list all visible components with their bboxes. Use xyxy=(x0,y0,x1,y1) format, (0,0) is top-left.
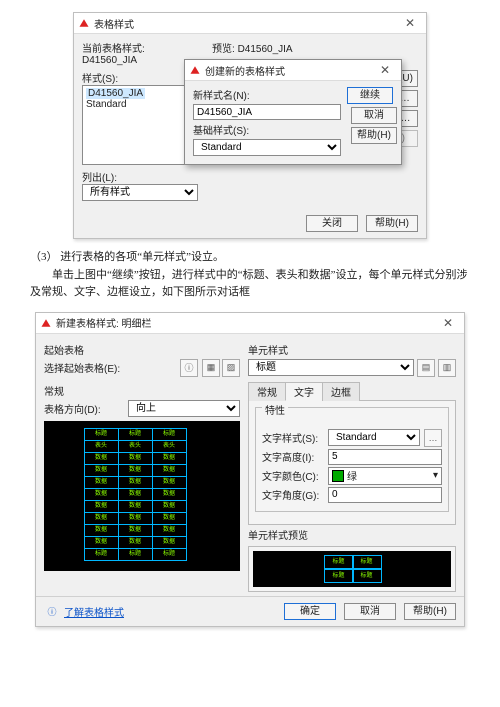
cell: 标题 xyxy=(84,548,119,561)
app-icon xyxy=(40,317,52,329)
unit-preview-label: 单元样式预览 xyxy=(248,527,456,542)
cell: 标题 xyxy=(118,548,153,561)
text-style-more-icon[interactable]: … xyxy=(424,429,442,447)
start-table-preview: 标题标题标题表头表头表头数据数据数据数据数据数据数据数据数据数据数据数据数据数据… xyxy=(44,421,240,571)
new-table-style-dialog: 创建新的表格样式 ✕ 新样式名(N): 基础样式(S): Standard 继续… xyxy=(184,59,402,165)
unit-tabs: 常规 文字 边框 xyxy=(248,381,456,401)
list-filter-select[interactable]: 所有样式 xyxy=(82,184,198,201)
list-out-label: 列出(L): xyxy=(82,169,198,184)
close-icon[interactable]: ✕ xyxy=(436,314,460,332)
doc-line: （3） 进行表格的各项“单元样式”设立。 xyxy=(30,249,470,267)
cancel-button[interactable]: 取消 xyxy=(344,603,396,620)
styles-label: 样式(S): xyxy=(82,70,198,85)
close-icon[interactable]: ✕ xyxy=(373,61,397,79)
tab-border[interactable]: 边框 xyxy=(322,382,360,401)
remove-table-icon[interactable]: ▨ xyxy=(222,359,240,377)
app-icon xyxy=(189,64,201,76)
name-input[interactable] xyxy=(193,104,341,120)
text-angle-label: 文字角度(G): xyxy=(262,487,324,502)
text-color-label: 文字颜色(C): xyxy=(262,468,324,483)
cell: 标题 xyxy=(352,569,382,583)
text-height-input[interactable] xyxy=(328,449,442,465)
current-style-label: 当前表格样式: xyxy=(82,44,145,55)
dialog-title: 表格样式 xyxy=(94,16,398,31)
chevron-down-icon: ▾ xyxy=(433,470,438,481)
text-color-select[interactable]: 绿 ▾ xyxy=(328,467,442,485)
dialog-title: 新建表格样式: 明细栏 xyxy=(56,315,436,330)
direction-label: 表格方向(D): xyxy=(44,401,124,416)
text-style-label: 文字样式(S): xyxy=(262,430,324,445)
text-panel: 特性 文字样式(S): Standard … 文字高度(I): 文字颜色(C): xyxy=(248,401,456,525)
manage-unit-icon[interactable]: ▥ xyxy=(438,359,456,377)
dialog-title: 创建新的表格样式 xyxy=(205,63,373,78)
cancel-button[interactable]: 取消 xyxy=(351,107,397,124)
preview-name: D41560_JIA xyxy=(238,44,293,55)
pick-start-label: 选择起始表格(E): xyxy=(44,360,176,375)
cell: 标题 xyxy=(152,548,187,561)
start-table-label: 起始表格 xyxy=(44,342,240,357)
table-style-dialog: 表格样式 ✕ 当前表格样式: D41560_JIA 预览: D41560_JIA… xyxy=(73,12,427,239)
close-icon[interactable]: ✕ xyxy=(398,14,422,32)
learn-link[interactable]: 了解表格样式 xyxy=(64,604,124,619)
tab-text[interactable]: 文字 xyxy=(285,382,323,401)
text-angle-input[interactable] xyxy=(328,487,442,503)
text-style-select[interactable]: Standard xyxy=(328,429,420,446)
direction-select[interactable]: 向上 xyxy=(128,400,240,417)
base-select[interactable]: Standard xyxy=(193,139,341,156)
unit-style-select[interactable]: 标题 xyxy=(248,359,414,376)
text-height-label: 文字高度(I): xyxy=(262,449,324,464)
cell: 标题 xyxy=(324,569,354,583)
new-table-style-detail-dialog: 新建表格样式: 明细栏 ✕ 起始表格 选择起始表格(E): ⓘ ▦ ▨ 常规 表… xyxy=(35,312,465,627)
close-button[interactable]: 关闭 xyxy=(306,215,358,232)
help-button[interactable]: 帮助(H) xyxy=(366,215,418,232)
new-unit-icon[interactable]: ▤ xyxy=(417,359,435,377)
style-list[interactable]: D41560_JIA Standard xyxy=(82,85,198,165)
pick-table-icon[interactable]: ▦ xyxy=(202,359,220,377)
current-style-value: D41560_JIA xyxy=(82,55,137,66)
unit-style-label: 单元样式 xyxy=(248,342,456,357)
props-legend: 特性 xyxy=(262,402,288,417)
info-icon: ⓘ xyxy=(44,603,60,619)
continue-button[interactable]: 继续 xyxy=(347,87,393,104)
app-icon xyxy=(78,17,90,29)
list-item[interactable]: D41560_JIA xyxy=(86,88,145,99)
cell: 标题 xyxy=(352,555,382,569)
text-color-value: 绿 xyxy=(347,468,357,483)
tab-general[interactable]: 常规 xyxy=(248,382,286,401)
color-chip xyxy=(332,470,344,482)
ok-button[interactable]: 确定 xyxy=(284,603,336,620)
help-button[interactable]: 帮助(H) xyxy=(404,603,456,620)
base-label: 基础样式(S): xyxy=(193,122,341,137)
list-item[interactable]: Standard xyxy=(86,99,194,110)
unit-style-preview: 标题 标题 标题 标题 xyxy=(248,546,456,592)
cell: 标题 xyxy=(324,555,354,569)
general-label: 常规 xyxy=(44,383,240,398)
preview-label: 预览: xyxy=(212,44,235,55)
info-icon[interactable]: ⓘ xyxy=(180,359,198,377)
doc-line: 单击上图中“继续”按钮，进行样式中的“标题、表头和数据”设立，每个单元样式分别涉… xyxy=(30,267,470,302)
name-label: 新样式名(N): xyxy=(193,87,341,102)
help-button[interactable]: 帮助(H) xyxy=(351,127,397,144)
titlebar: 表格样式 ✕ xyxy=(74,13,426,34)
document-text: （3） 进行表格的各项“单元样式”设立。 单击上图中“继续”按钮，进行样式中的“… xyxy=(30,249,470,302)
